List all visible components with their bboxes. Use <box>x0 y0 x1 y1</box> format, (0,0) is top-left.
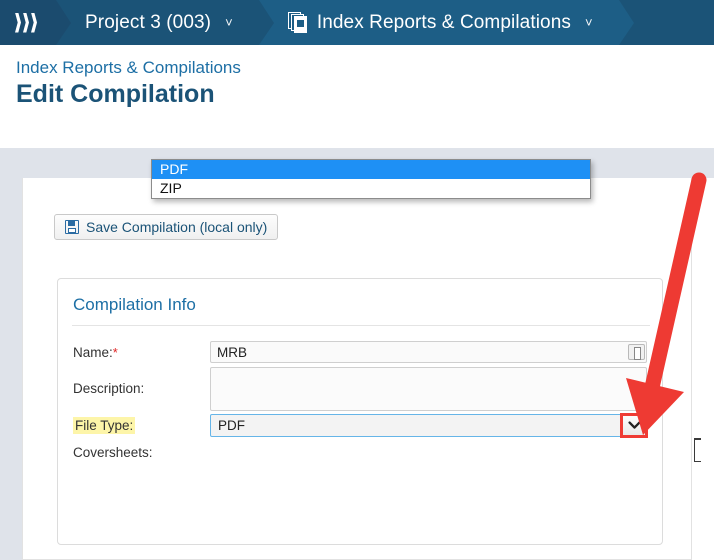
content-card: Save Compilation (local only) Compilatio… <box>22 178 692 560</box>
panel-divider <box>72 325 650 326</box>
description-textarea[interactable] <box>210 367 647 411</box>
page-title: Edit Compilation <box>16 80 215 108</box>
breadcrumb-home-button[interactable] <box>0 0 71 45</box>
breadcrumb-project-label: Project 3 (003) <box>85 11 212 33</box>
panel-title: Compilation Info <box>73 295 196 314</box>
documents-stack-icon <box>287 11 308 34</box>
chevron-down-icon[interactable]: ˅ <box>225 16 233 29</box>
file-type-selected-value: PDF <box>218 418 245 433</box>
name-label-text: Name: <box>73 345 113 360</box>
chevrons-logo-icon <box>13 11 43 35</box>
file-type-dropdown-chevron[interactable] <box>620 413 648 438</box>
required-asterisk: * <box>112 345 118 360</box>
dropdown-option-pdf[interactable]: PDF <box>152 160 590 179</box>
resize-grip-icon[interactable] <box>628 344 645 360</box>
save-compilation-button[interactable]: Save Compilation (local only) <box>54 214 279 240</box>
file-type-dropdown-list[interactable]: PDF ZIP <box>151 159 591 199</box>
background-left-gutter <box>0 178 22 560</box>
name-input[interactable] <box>210 341 647 363</box>
description-field-label: Description: <box>73 381 145 396</box>
dropdown-option-zip[interactable]: ZIP <box>152 179 590 198</box>
breadcrumb-item-project[interactable]: Project 3 (003) ˅ <box>55 0 274 45</box>
breadcrumb-bar: Project 3 (003) ˅ Index Reports & Compil… <box>0 0 714 45</box>
page-heading-zone: Index Reports & Compilations Edit Compil… <box>0 45 714 148</box>
name-field-label: Name:* <box>73 345 118 360</box>
text-cursor-artifact <box>693 438 703 462</box>
breadcrumb-item-index-reports[interactable]: Index Reports & Compilations ˅ <box>257 0 634 45</box>
breadcrumb-subtitle: Index Reports & Compilations <box>16 58 241 77</box>
breadcrumb-index-reports-label: Index Reports & Compilations <box>316 11 571 33</box>
file-type-select[interactable]: PDF <box>210 413 648 438</box>
compilation-info-panel: Compilation Info Name:* Description: Fil… <box>57 278 663 545</box>
floppy-disk-icon <box>65 220 79 234</box>
coversheets-field-label: Coversheets: <box>73 445 153 460</box>
chevron-down-icon[interactable]: ˅ <box>585 16 593 29</box>
save-compilation-label: Save Compilation (local only) <box>86 219 268 235</box>
app-root: Project 3 (003) ˅ Index Reports & Compil… <box>0 0 714 560</box>
file-type-field-label: File Type: <box>73 417 136 434</box>
